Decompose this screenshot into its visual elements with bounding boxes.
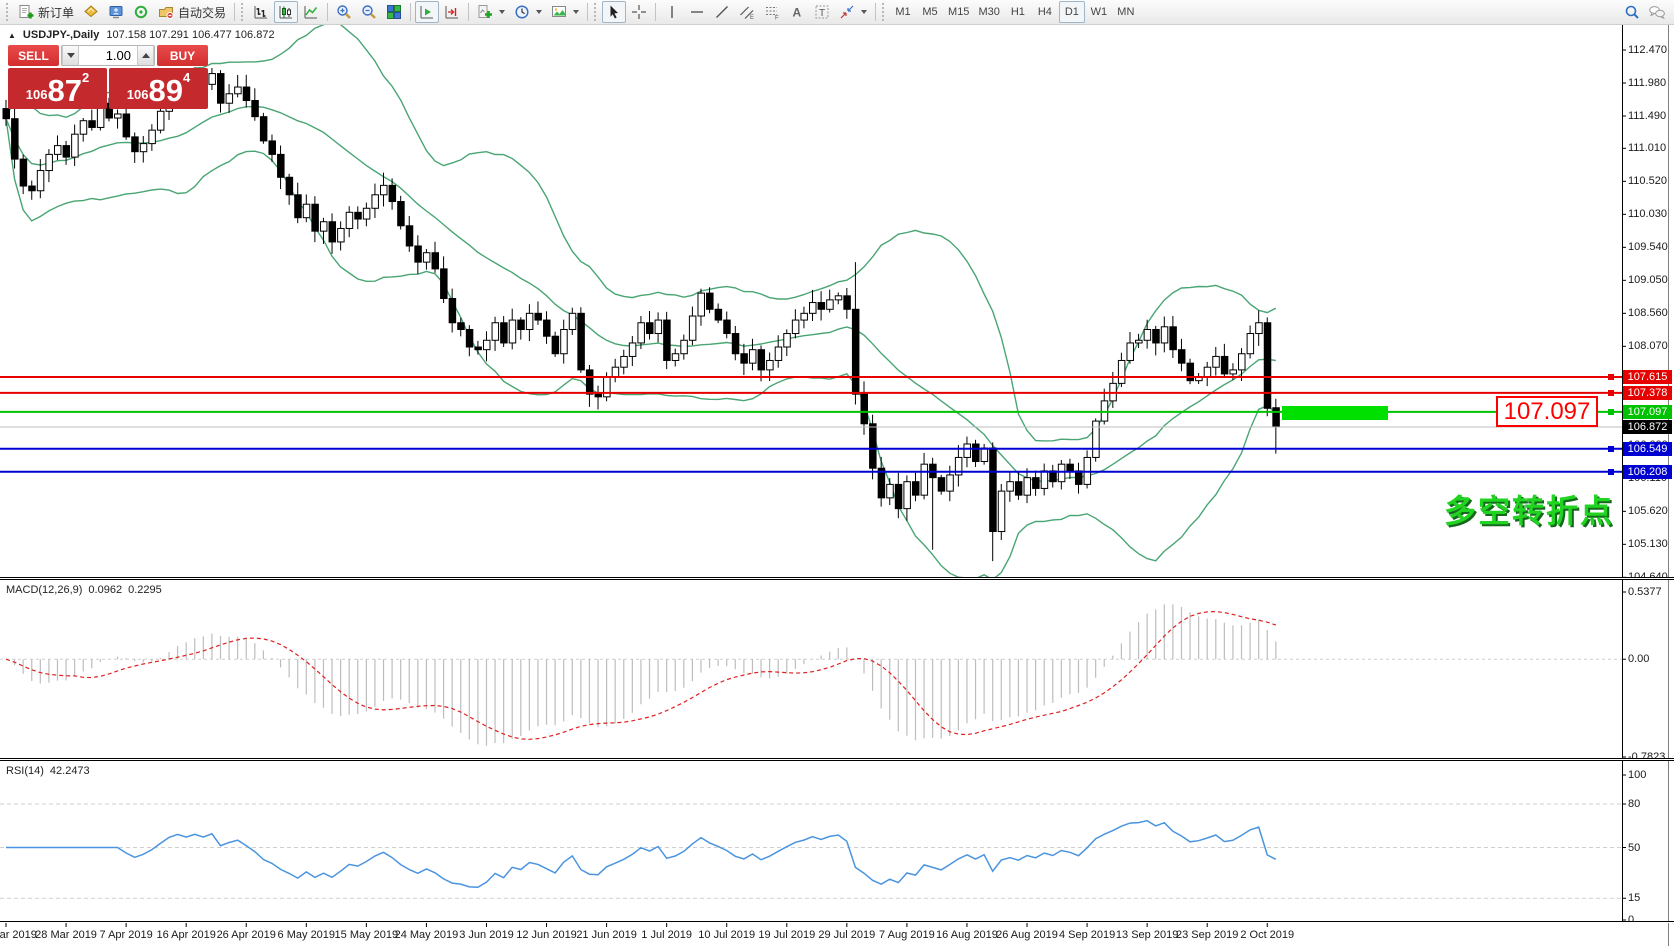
price-tick: 108.560 [1628,307,1668,319]
price-tag: 107.378 [1623,386,1672,400]
price-tag: 107.097 [1623,405,1672,419]
sell-button[interactable]: SELL [8,45,59,66]
price-tick: 111.010 [1628,142,1666,154]
date-label: 21 Jun 2019 [576,929,637,941]
date-label: 29 Jul 2019 [818,929,875,941]
buy-price-sup: 4 [183,68,190,85]
window-edge [1668,25,1669,946]
sell-price-small: 106 [26,87,48,107]
date-label: 10 Jul 2019 [698,929,755,941]
date-label: 13 Sep 2019 [1116,929,1178,941]
mt4-window: 新订单 [0,0,1674,946]
date-label: 12 Jun 2019 [516,929,577,941]
date-label: 16 Apr 2019 [157,929,216,941]
date-label: 7 Aug 2019 [879,929,935,941]
date-label: 7 Apr 2019 [100,929,153,941]
line-handle[interactable] [1608,409,1614,415]
symbol-period-label: USDJPY-,Daily [23,29,99,41]
price-tick: 112.470 [1628,44,1667,56]
date-label: 24 May 2019 [395,929,459,941]
macd-axis-tick: 0.00 [1628,653,1649,665]
date-label: 2 Oct 2019 [1240,929,1294,941]
volume-up-button[interactable] [137,46,154,65]
line-handle[interactable] [1608,390,1614,396]
price-tick: 111.490 [1628,110,1666,122]
macd-axis-tick: -0.7823 [1628,751,1665,763]
line-handle[interactable] [1608,374,1614,380]
date-label: 4 Sep 2019 [1059,929,1115,941]
rsi-name: RSI(14) [6,765,44,777]
sell-price-panel[interactable]: 106 87 2 [8,68,107,109]
price-tick: 109.050 [1628,274,1668,286]
highlight-rectangle[interactable] [1282,406,1388,420]
price-tick: 105.620 [1628,505,1668,517]
date-label: 16 Aug 2019 [936,929,998,941]
volume-control [61,45,155,66]
date-label: 26 Aug 2019 [996,929,1058,941]
rsi-axis-tick: 15 [1628,892,1640,904]
rsi-panel-separator[interactable] [0,758,1674,761]
volume-input[interactable] [79,46,137,65]
price-tick: 110.030 [1628,208,1667,220]
macd-label: MACD(12,26,9) 0.0962 0.2295 [6,584,162,596]
price-tag: 106.549 [1623,442,1672,456]
price-tag: 106.208 [1623,465,1672,479]
price-tick: 111.980 [1628,77,1666,89]
date-label: 26 Apr 2019 [217,929,276,941]
date-axis-separator [0,921,1674,923]
date-label: 23 Sep 2019 [1176,929,1238,941]
rsi-axis-tick: 50 [1628,842,1640,854]
sell-price-big: 87 [47,74,81,107]
buy-price-big: 89 [148,74,182,107]
macd-name: MACD(12,26,9) [6,584,82,596]
price-callout-box[interactable]: 107.097 [1496,396,1598,427]
macd-axis-tick: 0.5377 [1628,586,1662,598]
buy-button[interactable]: BUY [157,45,208,66]
date-label: 1 Jul 2019 [641,929,692,941]
sell-price-sup: 2 [82,68,89,85]
one-click-trading-panel: SELL BUY 106 87 2 106 89 4 [8,45,208,109]
caret-up-icon [142,53,150,58]
date-label: 19 Jul 2019 [758,929,815,941]
main-chart-canvas[interactable] [0,0,1674,946]
price-tick: 109.540 [1628,241,1668,253]
macd-panel-separator[interactable] [0,577,1674,580]
buy-price-small: 106 [127,87,149,107]
price-tag: 106.872 [1623,420,1672,434]
date-label: 19 Mar 2019 [0,929,37,941]
date-label: 6 May 2019 [278,929,335,941]
line-handle[interactable] [1608,469,1614,475]
chinese-annotation[interactable]: 多空转折点 [1444,486,1614,532]
volume-down-button[interactable] [62,46,79,65]
date-label: 28 Mar 2019 [35,929,97,941]
rsi-label: RSI(14) 42.2473 [6,765,90,777]
rsi-value: 42.2473 [50,765,90,777]
date-label: 3 Jun 2019 [459,929,513,941]
macd-main-value: 0.0962 [88,584,122,596]
price-tick: 108.070 [1628,340,1668,352]
rsi-axis-tick: 100 [1628,769,1646,781]
macd-signal-value: 0.2295 [128,584,162,596]
chart-title: ▲ USDJPY-,Daily 107.158 107.291 106.477 … [8,29,275,41]
line-handle[interactable] [1608,446,1614,452]
rsi-axis-tick: 0 [1628,914,1634,926]
price-tag: 107.615 [1623,370,1672,384]
rsi-axis-tick: 80 [1628,798,1640,810]
caret-down-icon [67,53,75,58]
buy-price-panel[interactable]: 106 89 4 [109,68,208,109]
date-label: 15 May 2019 [335,929,399,941]
ohlc-values: 107.158 107.291 106.477 106.872 [106,29,274,41]
price-tick: 105.130 [1628,538,1668,550]
price-tick: 110.520 [1628,175,1667,187]
collapse-icon[interactable]: ▲ [8,31,16,40]
